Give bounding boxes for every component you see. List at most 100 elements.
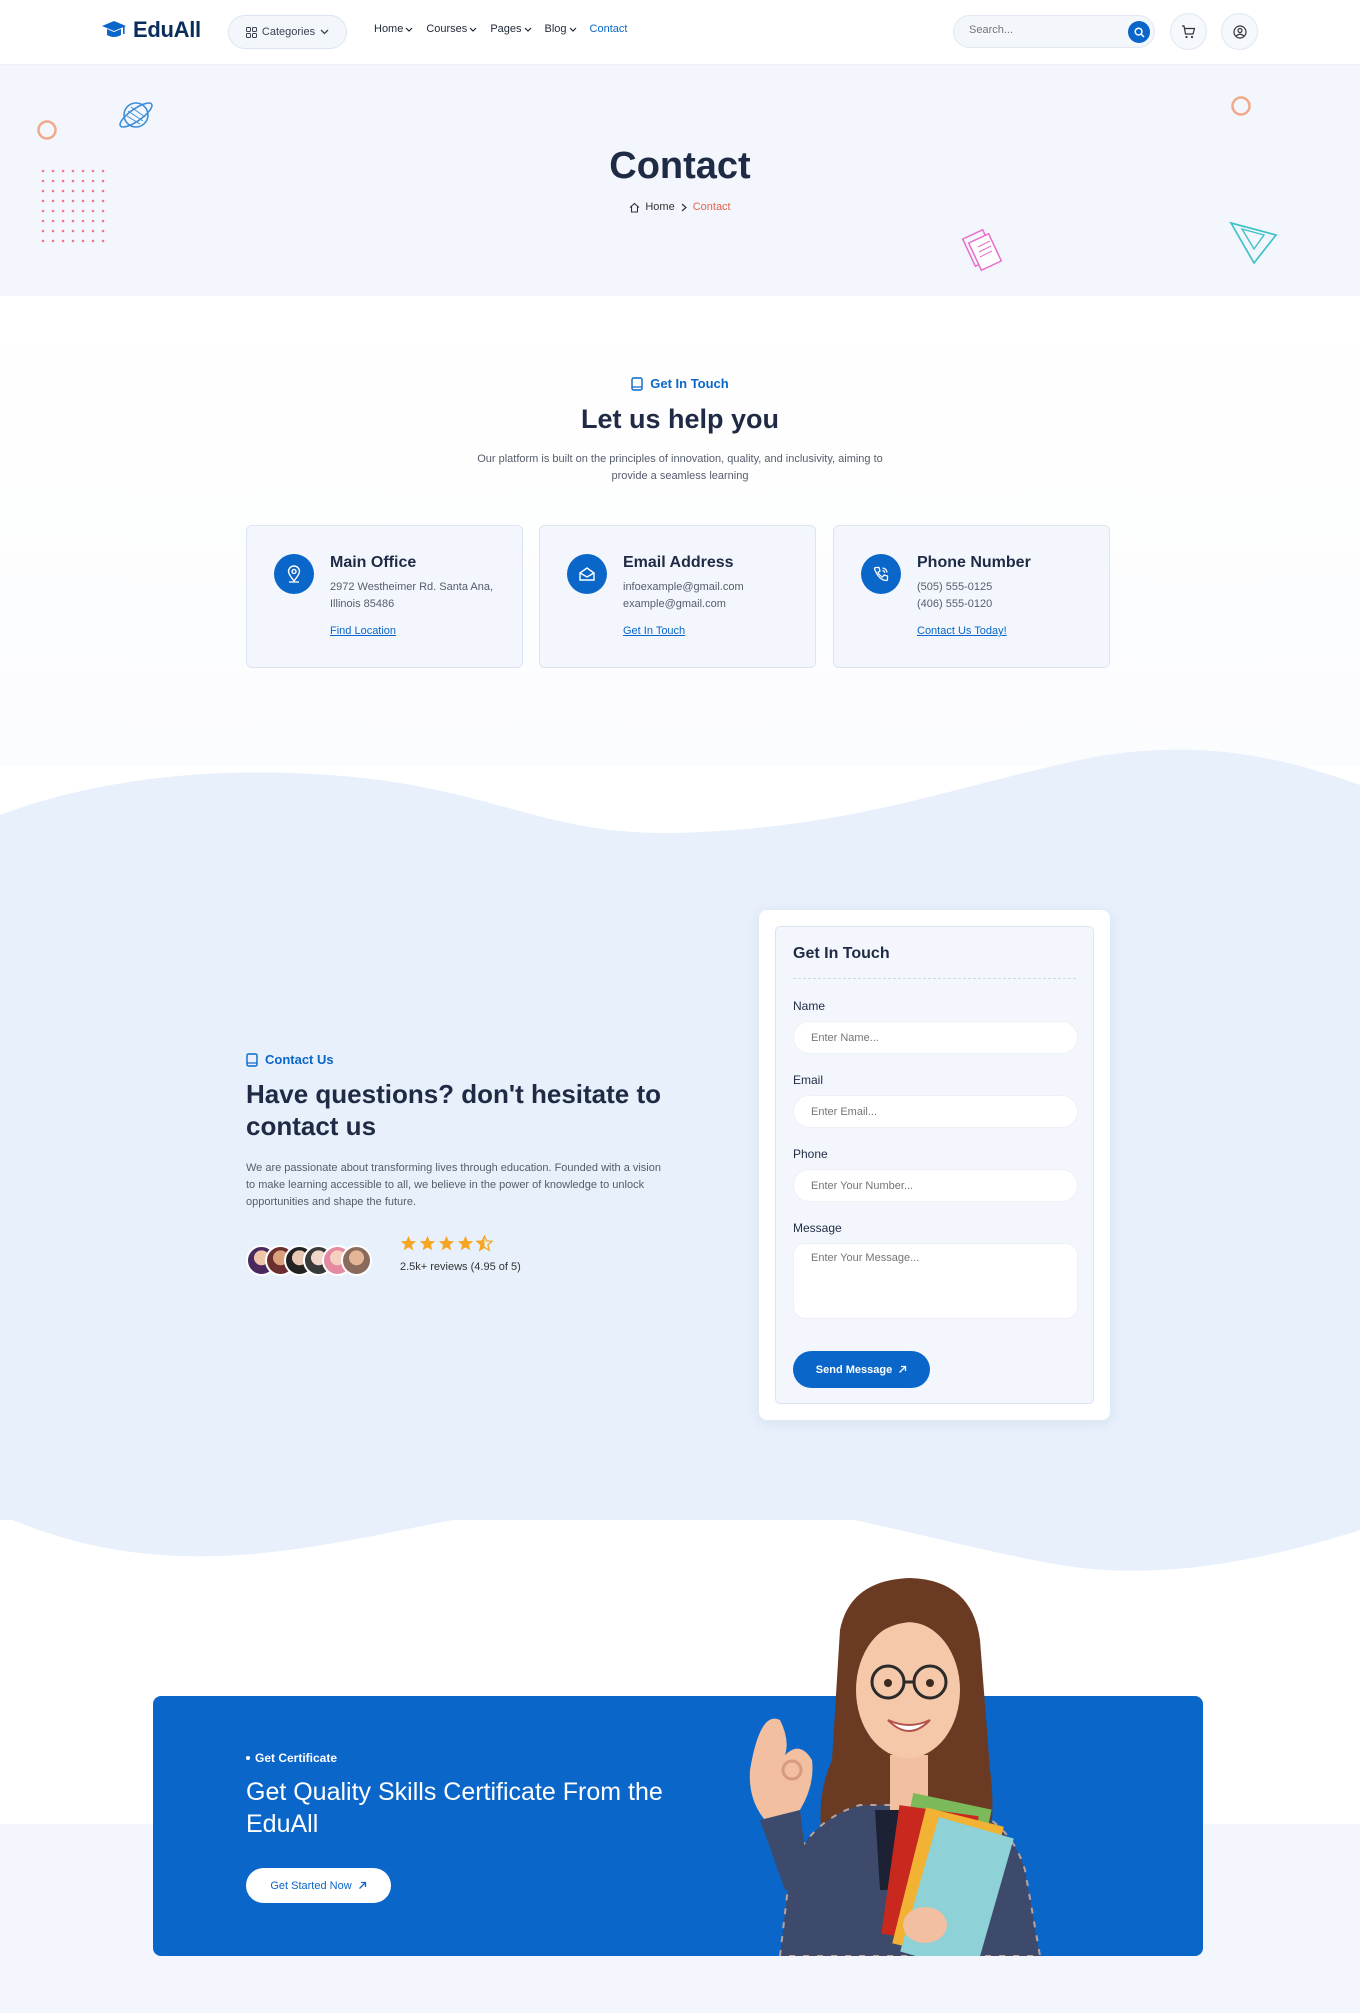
contact-card-office: Main Office 2972 Westheimer Rd. Santa An… xyxy=(246,525,523,668)
circle-decoration-icon xyxy=(1231,96,1251,116)
phone-icon xyxy=(873,566,889,582)
page-title: Contact xyxy=(609,145,751,187)
get-in-touch-link[interactable]: Get In Touch xyxy=(623,625,685,637)
cart-button[interactable] xyxy=(1170,13,1207,50)
get-started-button[interactable]: Get Started Now xyxy=(246,1868,391,1903)
chevron-right-icon xyxy=(681,203,687,211)
star-icon xyxy=(400,1235,417,1251)
nav-item-label: Blog xyxy=(544,23,567,35)
card-line: 2972 Westheimer Rd. Santa Ana, xyxy=(330,581,494,593)
card-icon-circle xyxy=(861,554,901,594)
card-line: (406) 555-0120 xyxy=(917,598,993,610)
chevron-down-icon xyxy=(524,27,531,32)
breadcrumb: Home Contact xyxy=(0,201,1360,213)
wave-bottom-decoration xyxy=(0,1490,1360,1571)
send-message-button[interactable]: Send Message xyxy=(793,1351,930,1388)
nav-item-contact[interactable]: Contact xyxy=(590,23,628,35)
nav-item-label: Contact xyxy=(589,23,628,35)
home-icon xyxy=(629,202,640,213)
contact-form-card: Get In Touch Name Email Phone Message Se… xyxy=(759,910,1110,1420)
message-field[interactable] xyxy=(793,1243,1078,1319)
section-tag-label: Get In Touch xyxy=(650,376,729,391)
breadcrumb-current: Contact xyxy=(692,201,731,213)
email-field[interactable] xyxy=(793,1095,1078,1128)
nav-item-label: Home xyxy=(374,23,404,35)
grid-icon xyxy=(245,26,257,38)
nav-item-label: Pages xyxy=(490,23,522,35)
categories-label: Categories xyxy=(261,26,316,38)
bullet-icon xyxy=(246,1756,250,1760)
papers-icon xyxy=(961,228,1003,272)
certificate-title: Get Quality Skills Certificate From the … xyxy=(246,1778,663,1838)
user-icon xyxy=(1232,24,1247,39)
arrow-up-right-icon xyxy=(899,1365,907,1373)
star-rating xyxy=(400,1235,493,1252)
contact-card-email: Email Address infoexample@gmail.com exam… xyxy=(539,525,816,668)
reviewer-avatars xyxy=(246,1245,372,1276)
logo-text: EduAll xyxy=(133,17,201,42)
contact-title: Have questions? don't hesitate to contac… xyxy=(246,1079,662,1141)
search-box xyxy=(953,15,1155,48)
site-header: EduAll Categories Home Courses Pages Blo… xyxy=(0,0,1360,65)
card-title: Main Office xyxy=(330,554,417,571)
categories-button[interactable]: Categories xyxy=(228,15,347,49)
star-icon xyxy=(438,1235,455,1251)
star-icon xyxy=(419,1235,436,1251)
reviews-summary: 2.5k+ reviews (4.95 of 5) xyxy=(400,1261,521,1273)
contact-tag: Contact Us xyxy=(246,1052,334,1067)
map-pin-icon xyxy=(287,565,301,583)
nav-item-blog[interactable]: Blog xyxy=(545,23,577,35)
search-button[interactable] xyxy=(1128,21,1150,43)
find-location-link[interactable]: Find Location xyxy=(330,625,396,637)
star-half-icon xyxy=(476,1235,493,1252)
chevron-down-icon xyxy=(469,27,477,32)
section-title: Let us help you xyxy=(580,404,780,434)
certificate-tag: Get Certificate xyxy=(246,1751,337,1765)
card-icon-circle xyxy=(274,554,314,594)
contact-tag-label: Contact Us xyxy=(265,1052,334,1067)
envelope-icon xyxy=(579,567,595,581)
star-icon xyxy=(457,1235,474,1251)
name-field[interactable] xyxy=(793,1021,1078,1054)
contact-form: Get In Touch Name Email Phone Message Se… xyxy=(775,926,1094,1404)
card-icon-circle xyxy=(567,554,607,594)
planet-icon xyxy=(119,102,153,128)
book-icon xyxy=(631,376,643,391)
get-started-label: Get Started Now xyxy=(270,1879,352,1892)
contact-card-phone: Phone Number (505) 555-0125 (406) 555-01… xyxy=(833,525,1110,668)
help-section: Get In Touch Let us help you Our platfor… xyxy=(0,296,1360,766)
certificate-tag-label: Get Certificate xyxy=(255,1751,338,1765)
phone-field[interactable] xyxy=(793,1169,1078,1202)
page-banner: Contact Home Contact xyxy=(0,65,1360,296)
nav-item-courses[interactable]: Courses xyxy=(426,23,477,35)
book-icon xyxy=(246,1052,258,1067)
cart-icon xyxy=(1182,24,1196,38)
card-line: (505) 555-0125 xyxy=(917,581,993,593)
main-nav: Home Courses Pages Blog Contact xyxy=(374,23,627,35)
contact-description: We are passionate about transforming liv… xyxy=(246,1162,661,1208)
chevron-down-icon xyxy=(569,27,576,32)
chevron-down-icon xyxy=(320,29,329,35)
logo[interactable]: EduAll xyxy=(101,17,201,43)
triangle-ruler-icon xyxy=(1229,221,1278,265)
card-title: Email Address xyxy=(623,554,734,571)
contact-section-background xyxy=(0,840,1360,1520)
wave-top-decoration xyxy=(0,749,1360,850)
search-icon xyxy=(1133,26,1145,38)
send-message-label: Send Message xyxy=(815,1363,893,1376)
avatar xyxy=(341,1245,372,1276)
nav-item-pages[interactable]: Pages xyxy=(490,23,531,35)
contact-us-today-link[interactable]: Contact Us Today! xyxy=(917,625,1007,637)
card-line: infoexample@gmail.com xyxy=(623,581,744,593)
student-illustration xyxy=(749,1578,1042,1956)
account-button[interactable] xyxy=(1221,13,1258,50)
breadcrumb-home-link[interactable]: Home xyxy=(645,201,674,213)
section-description: Our platform is built on the principles … xyxy=(477,453,883,482)
search-input[interactable] xyxy=(969,24,1109,36)
nav-item-label: Courses xyxy=(426,23,468,35)
card-line: example@gmail.com xyxy=(623,598,726,610)
circle-decoration-icon xyxy=(37,120,57,140)
phone-label: Phone xyxy=(793,1147,828,1161)
nav-item-home[interactable]: Home xyxy=(374,23,413,35)
arrow-up-right-icon xyxy=(358,1881,366,1889)
